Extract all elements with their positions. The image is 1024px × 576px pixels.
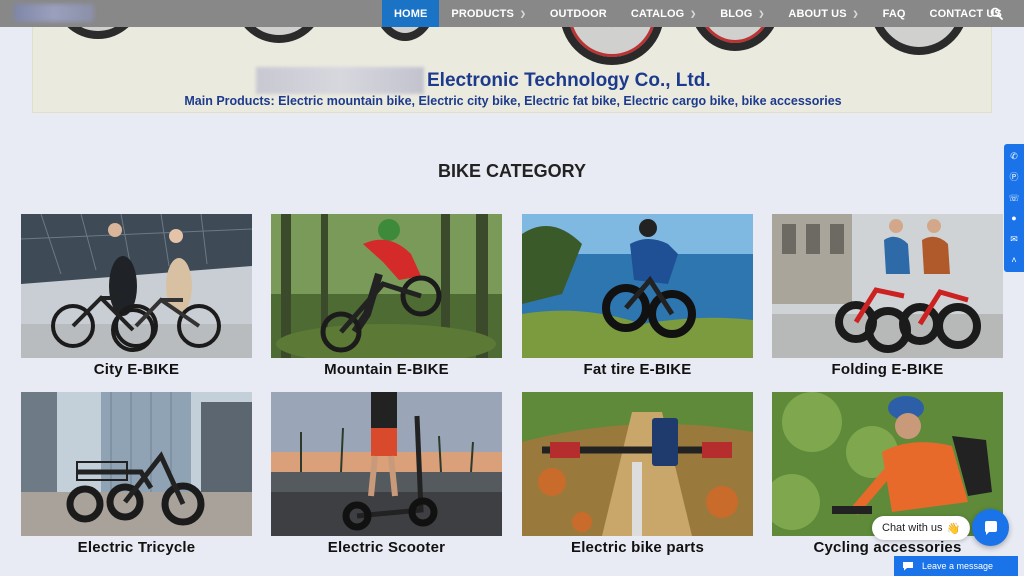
chevron-down-icon: ❯ bbox=[852, 10, 859, 18]
nav-item-products[interactable]: PRODUCTS ❯ bbox=[439, 0, 538, 27]
category-card-electric-tricycle[interactable]: Electric Tricycle bbox=[21, 392, 252, 558]
category-card-electric-scooter[interactable]: Electric Scooter bbox=[271, 392, 502, 558]
category-label[interactable]: Cycling accessories bbox=[772, 539, 1003, 556]
nav-item-label: BLOG bbox=[720, 7, 753, 20]
nav-item-label: OUTDOOR bbox=[549, 7, 607, 20]
category-image[interactable] bbox=[522, 392, 753, 536]
category-image[interactable] bbox=[21, 214, 252, 358]
nav-item-blog[interactable]: BLOG ❯ bbox=[708, 0, 776, 27]
social-sidebar: ✆ Ⓟ ☏ ● ✉ ˄ bbox=[1004, 144, 1024, 272]
wechat-icon[interactable]: ● bbox=[1011, 213, 1016, 223]
category-image[interactable] bbox=[772, 214, 1003, 358]
nav-item-home[interactable]: HOME bbox=[382, 0, 440, 27]
category-card-electric-bike-parts[interactable]: Electric bike parts bbox=[522, 392, 753, 558]
chevron-down-icon: ❯ bbox=[690, 10, 697, 18]
category-card-fat-tire-ebike[interactable]: Fat tire E-BIKE bbox=[522, 214, 753, 380]
main-products-text: Main Products: Electric mountain bike, E… bbox=[184, 94, 842, 108]
chat-icon bbox=[984, 520, 997, 535]
chevron-down-icon: ❯ bbox=[758, 10, 765, 18]
site-logo[interactable] bbox=[14, 4, 94, 22]
category-image[interactable] bbox=[21, 392, 252, 536]
category-label[interactable]: Mountain E-BIKE bbox=[271, 361, 502, 378]
scroll-up-icon[interactable]: ˄ bbox=[1011, 255, 1016, 265]
redacted-company-prefix bbox=[256, 67, 424, 94]
nav-item-label: FAQ bbox=[882, 7, 906, 20]
chat-open-button[interactable] bbox=[972, 509, 1009, 546]
category-card-city-ebike[interactable]: City E-BIKE bbox=[21, 214, 252, 380]
leave-message-text: Leave a message bbox=[922, 561, 994, 571]
nav-item-about-us[interactable]: ABOUT US ❯ bbox=[776, 0, 870, 27]
chevron-down-icon: ❯ bbox=[519, 10, 526, 18]
category-card-mountain-ebike[interactable]: Mountain E-BIKE bbox=[271, 214, 502, 380]
category-image[interactable] bbox=[772, 392, 1003, 536]
message-icon bbox=[903, 562, 913, 571]
nav-item-catalog[interactable]: CATALOG ❯ bbox=[619, 0, 708, 27]
email-icon[interactable]: ✉ bbox=[1010, 234, 1018, 244]
nav-item-label: PRODUCTS bbox=[451, 7, 514, 20]
category-card-folding-ebike[interactable]: Folding E-BIKE bbox=[772, 214, 1003, 380]
category-label[interactable]: Electric Scooter bbox=[271, 539, 502, 556]
category-label[interactable]: Electric Tricycle bbox=[21, 539, 252, 556]
category-label[interactable]: City E-BIKE bbox=[21, 361, 252, 378]
skype-icon[interactable]: Ⓟ bbox=[1009, 172, 1018, 182]
top-navigation-bar: HOME PRODUCTS ❯ OUTDOOR CATALOG ❯ BLOG ❯ AB… bbox=[0, 0, 1024, 27]
category-image[interactable] bbox=[522, 214, 753, 358]
company-name: Electronic Technology Co., Ltd. bbox=[427, 70, 711, 91]
search-icon[interactable] bbox=[990, 7, 1003, 20]
phone-icon[interactable]: ✆ bbox=[1010, 151, 1018, 161]
nav-item-label: CATALOG bbox=[630, 7, 685, 20]
whatsapp-icon[interactable]: ☏ bbox=[1008, 193, 1019, 203]
nav-item-outdoor[interactable]: OUTDOOR bbox=[538, 0, 619, 27]
category-image[interactable] bbox=[271, 392, 502, 536]
nav-item-label: ABOUT US bbox=[788, 7, 847, 20]
category-label[interactable]: Folding E-BIKE bbox=[772, 361, 1003, 378]
nav-item-faq[interactable]: FAQ bbox=[871, 0, 918, 27]
category-label[interactable]: Fat tire E-BIKE bbox=[522, 361, 753, 378]
chat-greeting-bubble[interactable]: Chat with us 👋 bbox=[872, 516, 971, 540]
section-title: BIKE CATEGORY bbox=[437, 161, 586, 181]
category-label[interactable]: Electric bike parts bbox=[522, 539, 753, 556]
chat-greeting-text: Chat with us bbox=[882, 522, 943, 534]
category-image[interactable] bbox=[271, 214, 502, 358]
waving-hand-icon: 👋 bbox=[946, 522, 961, 535]
nav-item-label: HOME bbox=[394, 7, 428, 20]
main-nav: HOME PRODUCTS ❯ OUTDOOR CATALOG ❯ BLOG ❯ AB… bbox=[382, 0, 1014, 27]
leave-message-bar[interactable]: Leave a message bbox=[894, 556, 1018, 576]
